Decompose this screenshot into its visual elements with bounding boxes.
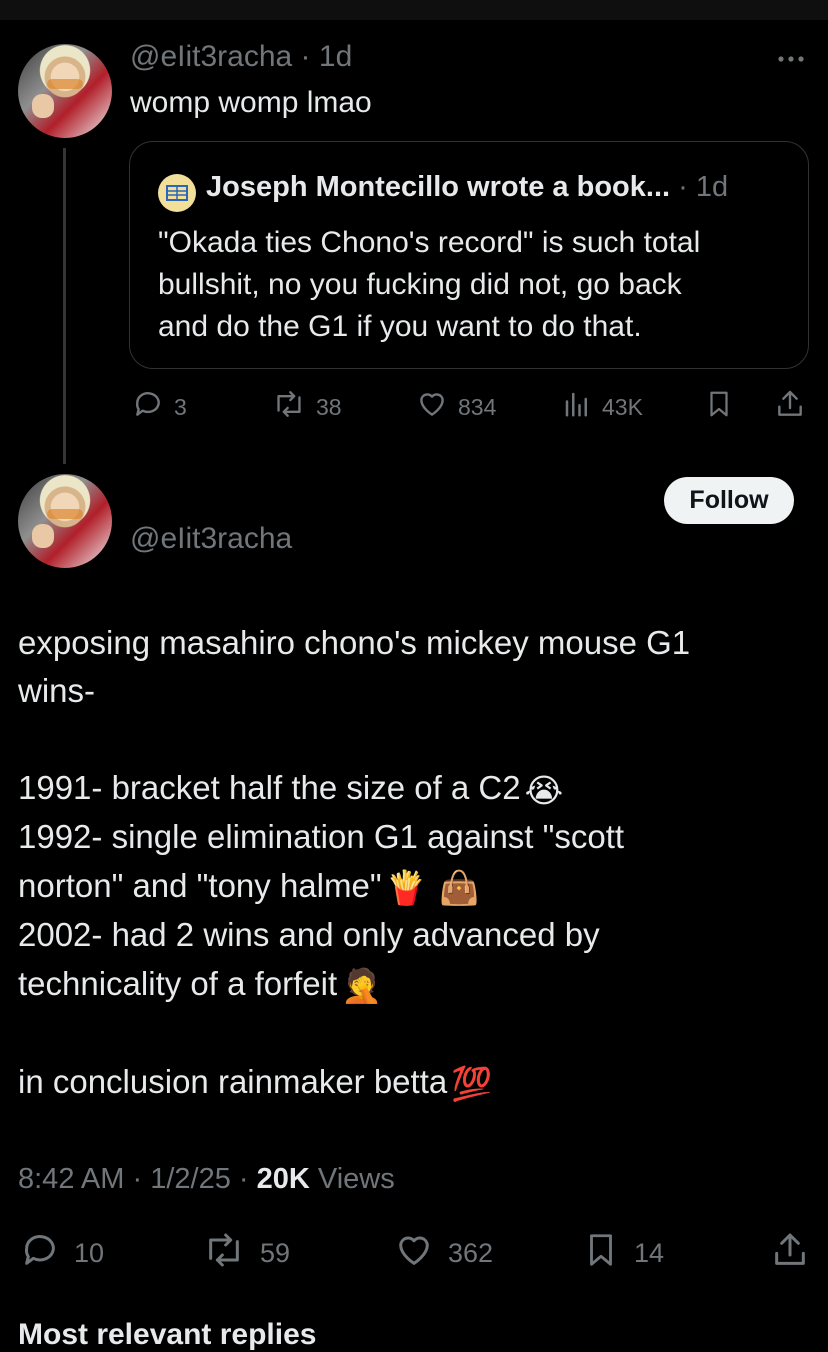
repost-icon: [202, 1230, 246, 1277]
replies-section-header[interactable]: Most relevant replies: [18, 1318, 316, 1352]
repost-button[interactable]: 59: [202, 1230, 290, 1277]
separator-dot: ·: [300, 40, 311, 73]
separator-dot: ·: [132, 1163, 143, 1195]
fries-emoji-icon: 🍟: [385, 868, 427, 906]
tweet-text-line: 1991- bracket half the size of a C2 😭: [18, 769, 563, 810]
quote-line: and do the G1 if you want to do that.: [158, 310, 642, 343]
more-icon[interactable]: [776, 44, 806, 79]
tweet-date[interactable]: 1/2/25: [150, 1163, 231, 1195]
hand-detail: [32, 94, 54, 118]
tweet-timestamp[interactable]: 8:42 AM: [18, 1163, 124, 1195]
tweet-header: @eIit3racha · 1d: [130, 40, 352, 74]
separator-dot: ·: [678, 171, 688, 203]
bookmark-icon: [582, 1230, 620, 1277]
status-bar: [0, 0, 828, 20]
tweet-text-line: 1992- single elimination G1 against "sco…: [18, 818, 625, 855]
tweet-text-segment: 1991- bracket half the size of a C2: [18, 769, 521, 806]
tweet-text-line: 2002- had 2 wins and only advanced by: [18, 916, 600, 953]
repost-count: 38: [316, 393, 342, 420]
quote-time: 1d: [695, 171, 729, 203]
repost-button[interactable]: 38: [272, 388, 342, 426]
repost-count: 59: [260, 1238, 291, 1268]
view-count: 43K: [602, 393, 643, 420]
avatar[interactable]: [18, 474, 112, 568]
views-button[interactable]: 43K: [562, 388, 643, 426]
quoted-tweet-card[interactable]: Joseph Montecillo wrote a book... · 1d "…: [129, 141, 809, 369]
views-count[interactable]: 20K: [257, 1163, 310, 1195]
share-icon[interactable]: [770, 1230, 810, 1270]
sunglasses-detail: [47, 509, 83, 519]
tweet-text-segment: in conclusion rainmaker betta: [18, 1063, 448, 1100]
hundred-emoji-icon: 💯: [451, 1064, 493, 1102]
tweet-text-line: technicality of a forfeit 🤦: [18, 965, 382, 1006]
repost-icon: [272, 388, 306, 426]
hand-detail: [32, 524, 54, 548]
tweet-text-line: norton" and "tony halme" 🍟 👜: [18, 867, 480, 908]
heart-icon: [416, 388, 448, 426]
avatar[interactable]: [18, 44, 112, 138]
tweet-text-segment: norton" and "tony halme": [18, 867, 382, 904]
tweet-text-line: exposing masahiro chono's mickey mouse G…: [18, 624, 691, 661]
bookmark-button[interactable]: 14: [582, 1230, 664, 1277]
quote-line: bullshit, no you fucking did not, go bac…: [158, 268, 682, 301]
tweet-text-line: wins-: [18, 672, 96, 709]
tweet-text-line: in conclusion rainmaker betta 💯: [18, 1063, 492, 1104]
separator-dot: ·: [238, 1163, 249, 1195]
user-handle[interactable]: @eIit3racha: [130, 40, 292, 73]
crying-emoji-icon: 😭: [524, 771, 564, 809]
handbag-emoji-icon: 👜: [438, 868, 480, 906]
reply-count: 10: [74, 1238, 105, 1268]
tweet-time[interactable]: 1d: [319, 40, 352, 73]
bookmark-count: 14: [634, 1238, 665, 1268]
like-button[interactable]: 362: [394, 1230, 493, 1277]
like-button[interactable]: 834: [416, 388, 496, 426]
reply-icon: [132, 388, 164, 426]
reply-button[interactable]: 3: [132, 388, 187, 426]
share-icon[interactable]: [774, 388, 806, 420]
views-label: Views: [317, 1163, 395, 1195]
quote-line: "Okada ties Chono's record" is such tota…: [158, 226, 701, 259]
thread-connector-line: [63, 148, 66, 464]
reply-button[interactable]: 10: [20, 1230, 104, 1277]
tweet-text-segment: technicality of a forfeit: [18, 965, 338, 1002]
quote-author-name[interactable]: Joseph Montecillo wrote a book...: [206, 171, 670, 203]
analytics-icon: [562, 388, 592, 426]
tweet-text: womp womp lmao: [130, 86, 372, 119]
reply-icon: [20, 1230, 60, 1277]
quote-text: "Okada ties Chono's record" is such tota…: [158, 222, 700, 348]
facepalm-emoji-icon: 🤦: [341, 966, 383, 1004]
like-count: 834: [458, 393, 497, 420]
wrestling-ring-icon: [158, 174, 196, 212]
quote-header: Joseph Montecillo wrote a book... · 1d: [206, 171, 728, 204]
user-handle[interactable]: @eIit3racha: [130, 522, 292, 556]
heart-icon: [394, 1230, 434, 1277]
bookmark-icon[interactable]: [704, 388, 734, 420]
reply-count: 3: [174, 393, 187, 420]
sunglasses-detail: [47, 79, 83, 89]
like-count: 362: [448, 1238, 494, 1268]
follow-button[interactable]: Follow: [664, 477, 794, 524]
tweet-meta: 8:42 AM · 1/2/25 · 20K Views: [18, 1163, 395, 1196]
